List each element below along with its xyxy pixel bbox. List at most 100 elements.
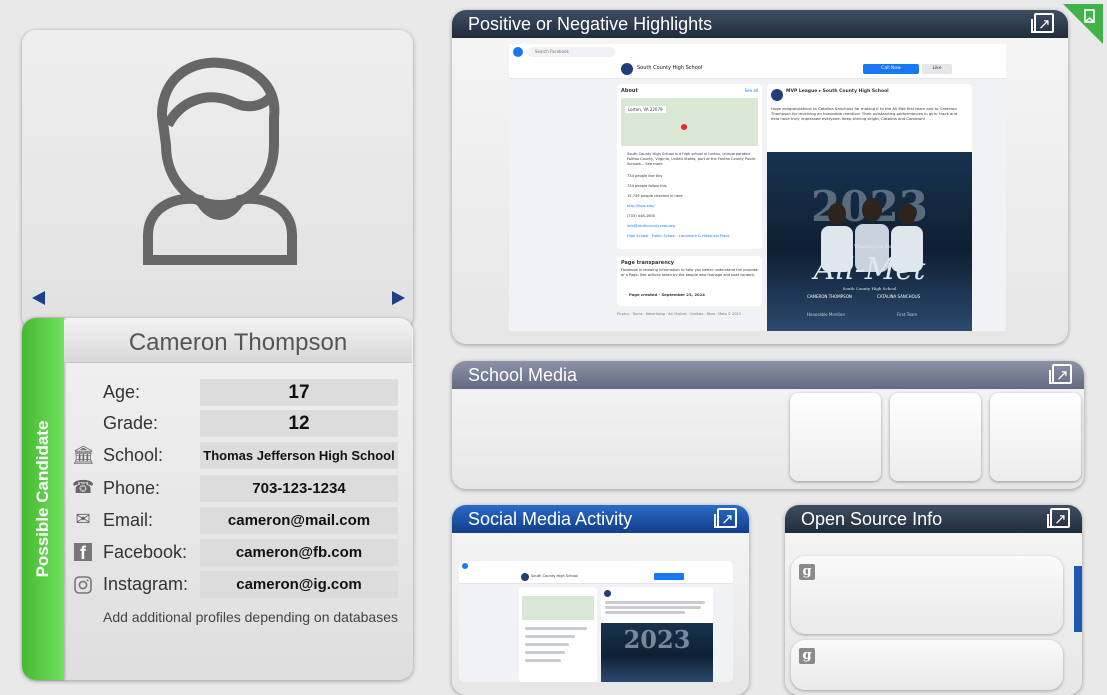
fb-about-box: About See all Lorton, VA 22079 South Cou… <box>617 84 762 249</box>
fb-map-small <box>522 596 594 620</box>
next-photo-arrow[interactable] <box>392 291 405 305</box>
expand-icon[interactable] <box>714 506 737 534</box>
fb-search: Search Facebook <box>527 47 615 57</box>
highlights-panel: Positive or Negative Highlights Search F… <box>452 10 1068 344</box>
school-logo-icon <box>621 63 633 75</box>
previous-photo-arrow[interactable] <box>32 291 45 305</box>
expand-icon[interactable] <box>1047 506 1070 534</box>
user-avatar-icon <box>143 57 297 265</box>
fb-likes: 734 people like this <box>627 174 663 178</box>
school-media-title: School Media <box>468 365 578 385</box>
email-value[interactable]: cameron@mail.com <box>200 507 398 534</box>
facebook-icon: f <box>74 543 92 563</box>
fb-phone: (703) 446-1600 <box>627 214 656 218</box>
fb-page-name: South County High School <box>637 65 703 71</box>
post-avatar <box>604 590 611 597</box>
osint-title-bar: Open Source Info <box>785 505 1082 534</box>
poster-name-1: CAMERON THOMPSON <box>807 294 852 299</box>
fb-page-header-small: South County High School <box>459 571 733 584</box>
all-met-poster: 2023 The Washington Post All-Met South C… <box>767 152 972 331</box>
fb-checkins: 15,749 people checked in here <box>627 194 683 198</box>
bank-building-icon: 🏛 <box>72 445 95 466</box>
social-title: Social Media Activity <box>468 509 633 529</box>
bookmark-ribbon-icon[interactable] <box>1063 4 1103 44</box>
instagram-label: Instagram: <box>103 574 189 594</box>
fb-transparency-text: Facebook is showing information to help … <box>621 268 758 277</box>
social-activity-panel: Social Media Activity South County High … <box>452 505 749 695</box>
envelope-icon: ✉ <box>75 509 91 530</box>
social-title-bar: Social Media Activity <box>452 505 749 534</box>
fb-page-name-small: South County High School <box>531 574 578 578</box>
status-label: Possible Candidate <box>33 420 52 578</box>
fb-description: South County High School is a high schoo… <box>627 152 756 166</box>
fb-post-small: 2023 <box>601 587 713 682</box>
instagram-value[interactable]: cameron@ig.com <box>200 571 398 598</box>
school-media-thumb-3[interactable] <box>990 393 1081 481</box>
fb-follows: 734 people follow this <box>627 184 667 188</box>
facebook-value[interactable]: cameron@fb.com <box>200 539 398 566</box>
fb-page-header: South County High School Call Now Like <box>509 60 1006 79</box>
phone-value: 703-123-1234 <box>200 475 398 502</box>
instagram-icon <box>72 575 94 595</box>
expand-icon[interactable] <box>1031 11 1054 39</box>
candidate-status-strip: Possible Candidate <box>22 318 64 680</box>
poster-tag-2: First Team <box>897 312 918 317</box>
highlights-title: Positive or Negative Highlights <box>468 14 713 34</box>
poster-sub: The Washington Post <box>842 244 897 250</box>
osint-result-2[interactable]: g <box>791 640 1063 690</box>
school-logo-icon <box>521 573 529 581</box>
poster-school: South County High School <box>842 286 897 291</box>
grade-value: 12 <box>200 410 398 437</box>
age-value: 17 <box>200 379 398 406</box>
phone-label: Phone: <box>103 478 161 498</box>
school-value: Thomas Jefferson High School <box>200 442 398 469</box>
grade-label: Grade: <box>103 413 159 433</box>
email-label: Email: <box>103 510 154 530</box>
post-author: MVP League ▸ South County High School <box>786 89 889 94</box>
post-text: Huge congratulations to Catalina Sanchou… <box>771 106 958 121</box>
osint-result-1[interactable]: g <box>791 556 1063 634</box>
facebook-icon <box>513 47 523 57</box>
fb-transparency-box: Page transparency Facebook is showing in… <box>617 256 762 306</box>
profile-name: Cameron Thompson <box>64 320 412 363</box>
fb-transparency-title: Page transparency <box>621 260 674 266</box>
post-avatar <box>771 89 783 101</box>
school-media-title-bar: School Media <box>452 361 1084 390</box>
facebook-icon <box>462 563 468 569</box>
school-media-thumb-2[interactable] <box>890 393 981 481</box>
fb-category: High School · Public School · Landmark &… <box>627 234 730 238</box>
fb-about-box-small <box>519 587 597 682</box>
google-icon: g <box>799 648 815 664</box>
poster-tag-1: Honorable Mention <box>807 312 846 317</box>
fb-email: info@southcountyceos.org <box>627 224 675 228</box>
osint-title: Open Source Info <box>801 509 943 529</box>
poster-year-small: 2023 <box>623 625 691 654</box>
age-label: Age: <box>103 382 141 402</box>
fb-call-button: Call Now <box>863 64 919 74</box>
fb-see-all: See all <box>744 88 758 93</box>
poster-title: All-Met <box>813 252 926 287</box>
osint-scroll-marker[interactable] <box>1074 566 1082 632</box>
phone-card-icon: ☎ <box>72 477 95 498</box>
profile-photo-panel <box>22 30 413 330</box>
highlights-title-bar: Positive or Negative Highlights <box>452 10 1068 39</box>
fb-like-button: Like <box>922 64 952 74</box>
fb-post: MVP League ▸ South County High School Hu… <box>767 84 972 331</box>
facebook-label: Facebook: <box>103 542 188 562</box>
fb-map: Lorton, VA 22079 <box>621 98 758 146</box>
highlight-screenshot[interactable]: Search Facebook South County High School… <box>509 44 1006 331</box>
school-label: School: <box>103 445 164 465</box>
all-met-poster-small: 2023 <box>601 623 713 682</box>
social-screenshot[interactable]: South County High School 2023 <box>459 561 733 682</box>
fb-footer: Privacy · Terms · Advertising · Ad Choic… <box>617 312 741 316</box>
map-pin-icon <box>681 124 687 130</box>
profiles-note: Add additional profiles depending on dat… <box>103 609 399 625</box>
google-icon: g <box>799 564 815 580</box>
poster-name-2: CATALINA SANCHOUS <box>877 294 921 299</box>
fb-call-button-small <box>654 573 684 580</box>
fb-created: Page created - September 23, 2014 <box>629 292 705 297</box>
fb-site: http://fcps.edu/ <box>627 204 655 208</box>
school-media-thumb-1[interactable] <box>790 393 881 481</box>
fb-map-location: Lorton, VA 22079 <box>625 106 666 113</box>
expand-icon[interactable] <box>1049 362 1072 390</box>
